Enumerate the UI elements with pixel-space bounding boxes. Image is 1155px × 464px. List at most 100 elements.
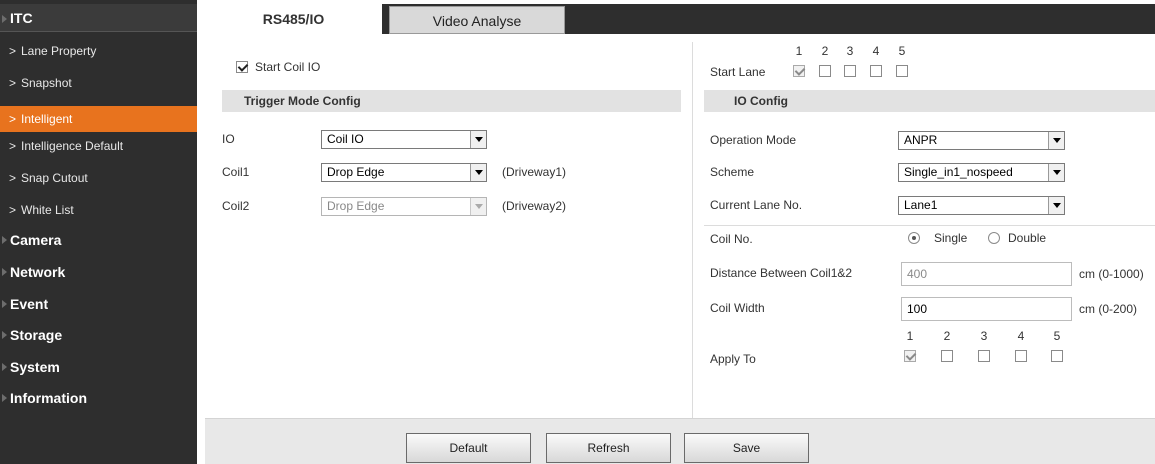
scheme-label: Scheme [710, 165, 755, 179]
sidebar-group-information[interactable]: Information [0, 383, 197, 414]
sidebar-group-system[interactable]: System [0, 352, 197, 383]
sidebar-group-itc[interactable]: ITC [0, 4, 197, 32]
coil-no-label: Coil No. [710, 232, 753, 246]
expand-triangle-icon [2, 394, 7, 402]
sidebar-group-label: Information [10, 390, 87, 406]
sidebar: ITC > Lane Property > Snapshot > Intelli… [0, 0, 197, 464]
trigger-mode-header: Trigger Mode Config [222, 90, 681, 112]
sidebar-group-label: System [10, 359, 60, 375]
scheme-select[interactable]: Single_in1_nospeed [898, 163, 1065, 182]
distance-input[interactable]: 400 [901, 262, 1072, 286]
tab-bar: RS485/IO Video Analyse [205, 4, 1155, 34]
dropdown-arrow-icon [1048, 132, 1064, 149]
sidebar-group-label: ITC [10, 10, 33, 26]
start-lane-3-checkbox[interactable] [844, 65, 856, 77]
coil2-select[interactable]: Drop Edge [321, 197, 487, 216]
coil-width-input[interactable]: 100 [901, 297, 1072, 321]
io-config-header: IO Config [704, 90, 1155, 112]
coil1-select[interactable]: Drop Edge [321, 163, 487, 182]
sidebar-item-label: Lane Property [21, 44, 97, 58]
dropdown-arrow-icon [470, 164, 486, 181]
default-button[interactable]: Default [406, 433, 531, 463]
tab-rs485-io[interactable]: RS485/IO [205, 4, 382, 34]
distance-unit: cm (0-1000) [1079, 267, 1144, 281]
sidebar-item-label: White List [21, 203, 74, 217]
column-divider [692, 42, 693, 422]
expand-triangle-icon [2, 15, 7, 23]
expand-triangle-icon [2, 331, 7, 339]
chevron-right-icon: > [9, 139, 17, 153]
sidebar-item-snapshot[interactable]: > Snapshot [0, 68, 197, 99]
apply-lane-number: 1 [906, 329, 914, 343]
sidebar-item-label: Intelligent [21, 112, 73, 126]
sidebar-item-label: Snap Cutout [21, 171, 88, 185]
sidebar-item-label: Intelligence Default [21, 139, 124, 153]
expand-triangle-icon [2, 268, 7, 276]
start-lane-1-checkbox[interactable] [793, 65, 805, 77]
coil-double-radio[interactable] [988, 232, 1000, 244]
chevron-right-icon: > [9, 76, 17, 90]
lane-number: 3 [846, 44, 854, 58]
start-lane-2-checkbox[interactable] [819, 65, 831, 77]
current-lane-select[interactable]: Lane1 [898, 196, 1065, 215]
tab-video-analyse[interactable]: Video Analyse [389, 6, 565, 34]
apply-lane-2-checkbox[interactable] [941, 350, 953, 362]
start-coil-io-label: Start Coil IO [255, 60, 321, 74]
scheme-value: Single_in1_nospeed [904, 165, 1013, 179]
coil2-label: Coil2 [222, 199, 250, 213]
current-lane-value: Lane1 [904, 198, 938, 212]
operation-mode-select[interactable]: ANPR [898, 131, 1065, 150]
sidebar-group-camera[interactable]: Camera [0, 225, 197, 256]
start-lane-5-checkbox[interactable] [896, 65, 908, 77]
apply-lane-3-checkbox[interactable] [978, 350, 990, 362]
apply-lane-number: 5 [1053, 329, 1061, 343]
sidebar-group-event[interactable]: Event [0, 289, 197, 320]
dropdown-arrow-icon [1048, 164, 1064, 181]
sidebar-item-intelligent[interactable]: > Intelligent [0, 106, 197, 132]
section-divider [704, 225, 1155, 226]
apply-lane-5-checkbox[interactable] [1051, 350, 1063, 362]
coil-single-radio[interactable] [908, 232, 920, 244]
coil1-driveway-note: (Driveway1) [502, 165, 567, 179]
chevron-right-icon: > [9, 112, 17, 126]
sidebar-item-lane-property[interactable]: > Lane Property [0, 36, 197, 67]
start-coil-io-checkbox[interactable] [236, 61, 248, 73]
apply-lane-number: 2 [943, 329, 951, 343]
io-select[interactable]: Coil IO [321, 130, 487, 149]
refresh-button[interactable]: Refresh [546, 433, 671, 463]
start-lane-4-checkbox[interactable] [870, 65, 882, 77]
coil-width-unit: cm (0-200) [1079, 302, 1138, 316]
dropdown-arrow-icon [470, 198, 486, 215]
coil-width-label: Coil Width [710, 301, 765, 315]
sidebar-group-label: Event [10, 296, 49, 312]
main-content: Start Coil IO Trigger Mode Config IO Coi… [205, 34, 1155, 464]
sidebar-group-label: Storage [10, 327, 63, 343]
coil2-select-value: Drop Edge [327, 199, 385, 213]
chevron-right-icon: > [9, 171, 17, 185]
expand-triangle-icon [2, 363, 7, 371]
sidebar-group-network[interactable]: Network [0, 257, 197, 288]
apply-to-label: Apply To [710, 352, 756, 366]
sidebar-item-white-list[interactable]: > White List [0, 195, 197, 226]
apply-lane-1-checkbox[interactable] [904, 350, 916, 362]
sidebar-group-storage[interactable]: Storage [0, 320, 197, 351]
sidebar-item-intelligence-default[interactable]: > Intelligence Default [0, 131, 197, 162]
io-select-value: Coil IO [327, 132, 364, 146]
chevron-right-icon: > [9, 203, 17, 217]
operation-mode-label: Operation Mode [710, 133, 797, 147]
coil-single-label: Single [934, 231, 968, 245]
dropdown-arrow-icon [470, 131, 486, 148]
sidebar-item-snap-cutout[interactable]: > Snap Cutout [0, 163, 197, 194]
coil2-driveway-note: (Driveway2) [502, 199, 567, 213]
coil-double-label: Double [1008, 231, 1047, 245]
io-label: IO [222, 132, 235, 146]
save-button[interactable]: Save [684, 433, 809, 463]
apply-lane-number: 3 [980, 329, 988, 343]
current-lane-label: Current Lane No. [710, 198, 803, 212]
operation-mode-value: ANPR [904, 133, 938, 147]
coil1-select-value: Drop Edge [327, 165, 385, 179]
footer-bar: Default Refresh Save [205, 418, 1155, 464]
distance-label: Distance Between Coil1&2 [710, 266, 853, 280]
apply-lane-4-checkbox[interactable] [1015, 350, 1027, 362]
lane-number: 5 [898, 44, 906, 58]
